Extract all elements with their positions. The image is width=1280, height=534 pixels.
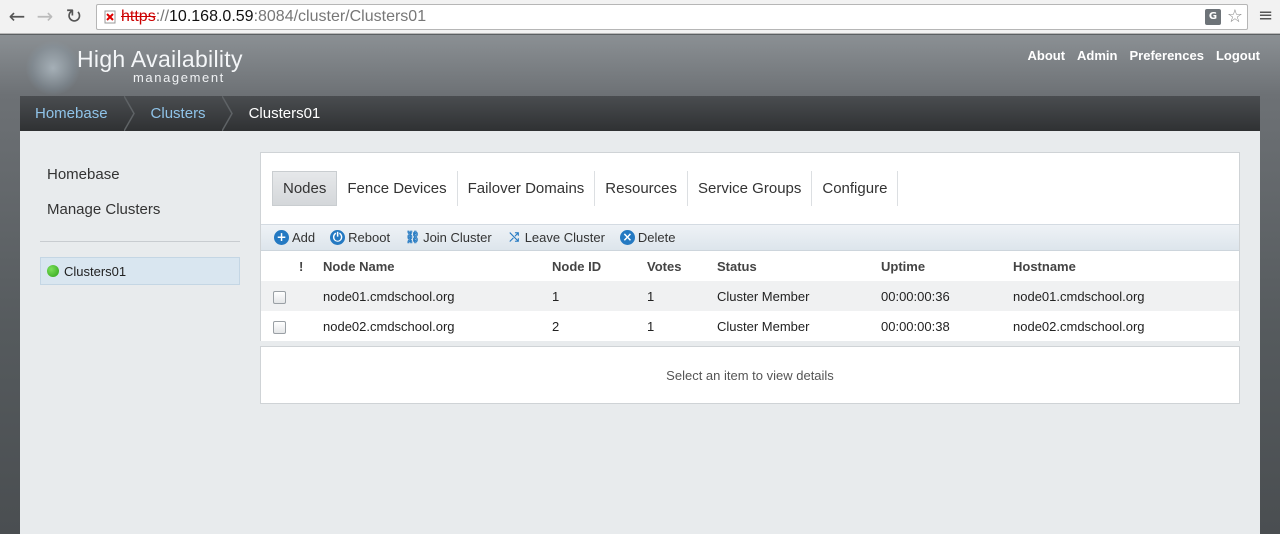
url-text: https://10.168.0.59:8084/cluster/Cluster… [121,8,427,25]
address-bar[interactable]: https://10.168.0.59:8084/cluster/Cluster… [96,4,1248,30]
tab-resources[interactable]: Resources [595,171,688,206]
tab-nodes[interactable]: Nodes [272,171,338,206]
cluster-name: Clusters01 [64,263,127,279]
logout-link[interactable]: Logout [1216,48,1260,63]
plus-icon: + [274,230,289,245]
row-checkbox[interactable] [273,290,286,304]
admin-link[interactable]: Admin [1077,48,1117,63]
reboot-button[interactable]: ⏻ Reboot [330,230,390,245]
app-title: High Availability [77,46,243,72]
join-cluster-button[interactable]: ⛓ Join Cluster [405,230,492,245]
add-button[interactable]: + Add [274,230,315,245]
cell-hostname: node02.cmdschool.org [1013,311,1239,341]
table-row[interactable]: node01.cmdschool.org 1 1 Cluster Member … [261,281,1239,311]
nodes-panel: Nodes Fence Devices Failover Domains Res… [260,152,1240,341]
tab-failover-domains[interactable]: Failover Domains [458,171,596,206]
cell-node-name: node02.cmdschool.org [323,311,552,341]
insecure-lock-icon [104,10,116,24]
breadcrumb-clusters[interactable]: Clusters [136,96,222,131]
details-panel: Select an item to view details [260,346,1240,404]
cell-hostname: node01.cmdschool.org [1013,281,1239,311]
row-checkbox[interactable] [273,320,286,334]
node-actions-toolbar: + Add ⏻ Reboot ⛓ Join Cluster ⤭ Leave Cluste… [261,224,1239,251]
cell-node-name: node01.cmdschool.org [323,281,552,311]
status-online-icon [47,265,59,277]
table-row[interactable]: node02.cmdschool.org 2 1 Cluster Member … [261,311,1239,341]
main-content: Homebase Manage Clusters Clusters01 Node… [20,131,1260,534]
logo-icon [26,41,80,95]
chevron-right-icon [221,96,233,131]
sidebar-divider [40,241,240,242]
cell-votes: 1 [647,281,717,311]
cell-uptime: 00:00:00:38 [881,311,1013,341]
table-header-row: ! Node Name Node ID Votes Status Uptime … [261,251,1239,281]
tab-bar: Nodes Fence Devices Failover Domains Res… [272,171,899,206]
column-header-status[interactable]: Status [717,251,881,281]
about-link[interactable]: About [1028,48,1066,63]
preferences-link[interactable]: Preferences [1130,48,1204,63]
sidebar-item-homebase[interactable]: Homebase [47,166,160,183]
column-header-hostname[interactable]: Hostname [1013,251,1239,281]
details-placeholder: Select an item to view details [666,367,834,383]
top-nav: About Admin Preferences Logout [1028,48,1261,63]
nodes-table: ! Node Name Node ID Votes Status Uptime … [261,251,1239,341]
cell-node-id: 1 [552,281,647,311]
unlink-icon: ⤭ [509,230,519,244]
breadcrumb: Homebase Clusters Clusters01 [20,96,1260,131]
chevron-right-icon [123,96,135,131]
app-subtitle: management [133,70,225,85]
cell-status: Cluster Member [717,311,881,341]
page: High Availability management About Admin… [0,35,1280,534]
reload-icon[interactable]: ↻ [62,5,86,29]
column-header-votes[interactable]: Votes [647,251,717,281]
sidebar-item-manage-clusters[interactable]: Manage Clusters [47,201,160,218]
browser-toolbar: ← → ↻ https://10.168.0.59:8084/cluster/C… [0,0,1280,34]
translate-icon[interactable]: G [1205,9,1221,25]
forward-arrow-icon[interactable]: → [33,5,57,29]
breadcrumb-current: Clusters01 [248,105,321,122]
column-header-node-id[interactable]: Node ID [552,251,647,281]
sidebar: Homebase Manage Clusters [47,166,160,236]
back-arrow-icon[interactable]: ← [5,5,29,29]
column-header-flag[interactable]: ! [299,251,323,281]
tab-fence-devices[interactable]: Fence Devices [337,171,458,206]
bookmark-star-icon[interactable]: ☆ [1227,6,1243,27]
breadcrumb-homebase[interactable]: Homebase [20,96,124,131]
delete-button[interactable]: × Delete [619,230,676,245]
leave-cluster-button[interactable]: ⤭ Leave Cluster [507,230,605,245]
cell-node-id: 2 [552,311,647,341]
sidebar-item-cluster[interactable]: Clusters01 [40,257,240,285]
column-header-uptime[interactable]: Uptime [881,251,1013,281]
link-icon: ⛓ [405,230,421,244]
browser-menu-icon[interactable]: ≡ [1258,6,1273,26]
column-header-node-name[interactable]: Node Name [323,251,552,281]
tab-configure[interactable]: Configure [812,171,899,206]
delete-x-icon: × [619,230,635,245]
power-icon: ⏻ [330,230,346,245]
cell-uptime: 00:00:00:36 [881,281,1013,311]
tab-service-groups[interactable]: Service Groups [688,171,813,206]
cell-votes: 1 [647,311,717,341]
cell-status: Cluster Member [717,281,881,311]
